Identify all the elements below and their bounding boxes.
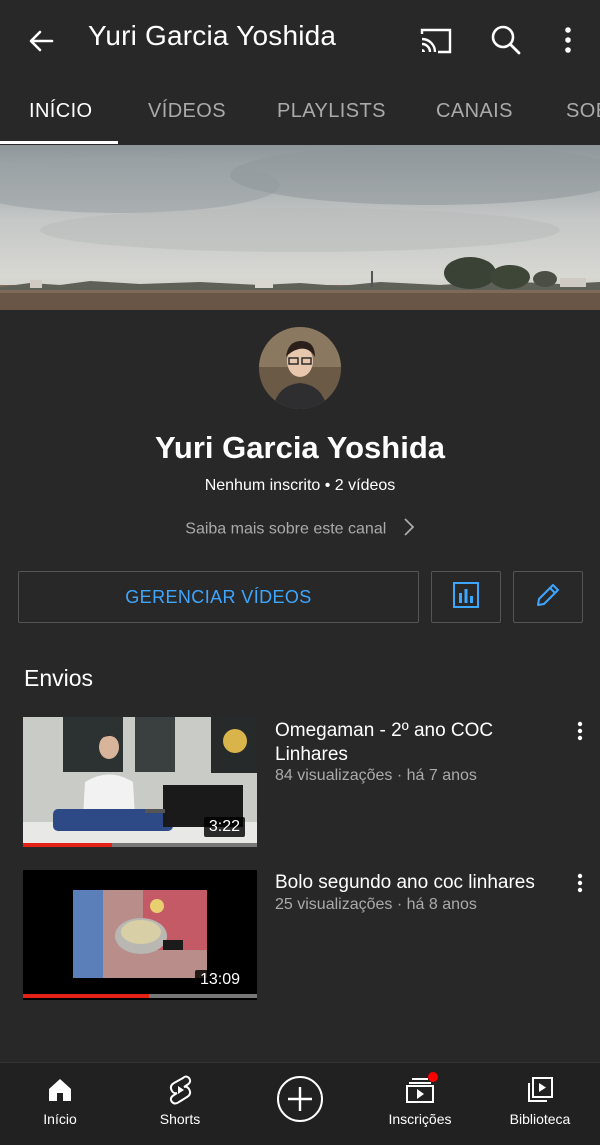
active-tab-indicator	[0, 141, 118, 144]
analytics-button[interactable]	[431, 571, 501, 623]
nav-biblioteca[interactable]: Biblioteca	[500, 1063, 580, 1145]
channel-name: Yuri Garcia Yoshida	[154, 430, 446, 465]
nav-inicio[interactable]: Início	[20, 1063, 100, 1145]
channel-avatar[interactable]	[259, 327, 341, 409]
channel-banner	[0, 145, 600, 310]
video-title[interactable]: Omegaman - 2º ano COC Linhares	[275, 719, 545, 767]
nav-label: Shorts	[159, 1111, 201, 1127]
edit-channel-button[interactable]	[513, 571, 583, 623]
watch-progress-fill	[23, 994, 150, 998]
video-title[interactable]: Bolo segundo ano coc linhares	[275, 871, 545, 895]
more-vertical-icon[interactable]	[570, 868, 590, 898]
youtube-channel-screen: Yuri Garcia Yoshida INÍCIO VÍDEOS PLAYLI…	[0, 0, 600, 1145]
cast-icon[interactable]	[416, 22, 456, 62]
video-thumbnail[interactable]: 13:09	[23, 870, 257, 1000]
tab-sobre[interactable]: SOBRE	[566, 100, 600, 123]
home-icon	[44, 1075, 76, 1105]
shorts-icon	[164, 1075, 196, 1105]
video-duration: 13:09	[194, 970, 245, 990]
video-thumbnail[interactable]: 3:22	[23, 717, 257, 847]
subscriptions-icon	[404, 1072, 438, 1105]
tab-videos[interactable]: VÍDEOS	[148, 100, 226, 123]
nav-label: Biblioteca	[509, 1111, 571, 1127]
nav-shorts[interactable]: Shorts	[140, 1063, 220, 1145]
nav-label: Inscrições	[388, 1111, 452, 1127]
library-icon	[524, 1075, 556, 1105]
video-duration: 3:22	[203, 817, 245, 837]
video-meta: 25 visualizações · há 8 anos	[275, 896, 477, 913]
more-vertical-icon[interactable]	[552, 20, 584, 60]
about-channel-link[interactable]: Saiba mais sobre este canal	[0, 517, 600, 542]
manage-videos-button[interactable]: GERENCIAR VÍDEOS	[18, 571, 419, 623]
notification-dot	[428, 1072, 438, 1082]
watch-progress-bar	[23, 994, 257, 998]
more-vertical-icon[interactable]	[570, 716, 590, 746]
nav-create[interactable]	[260, 1063, 340, 1145]
tab-playlists[interactable]: PLAYLISTS	[277, 100, 386, 123]
bar-chart-icon	[452, 581, 480, 614]
video-meta: 84 visualizações · há 7 anos	[275, 767, 477, 784]
channel-stats: Nenhum inscrito • 2 vídeos	[204, 477, 396, 494]
uploads-section-title: Envios	[24, 665, 94, 691]
nav-label: Início	[43, 1111, 77, 1127]
search-icon[interactable]	[486, 20, 526, 60]
chevron-right-icon	[403, 517, 415, 542]
pencil-icon	[534, 581, 562, 614]
back-arrow-icon[interactable]	[22, 22, 62, 62]
channel-tabs: INÍCIO VÍDEOS PLAYLISTS CANAIS SOBRE	[0, 82, 600, 144]
watch-progress-bar	[23, 843, 257, 847]
top-app-bar: Yuri Garcia Yoshida	[0, 0, 600, 82]
channel-title: Yuri Garcia Yoshida	[88, 20, 337, 51]
tab-inicio[interactable]: INÍCIO	[29, 100, 93, 123]
tab-canais[interactable]: CANAIS	[436, 100, 513, 123]
watch-progress-fill	[23, 843, 112, 847]
create-plus-icon	[275, 1074, 325, 1124]
nav-inscricoes[interactable]: Inscrições	[380, 1063, 460, 1145]
bottom-navigation: Início Shorts Inscrições Biblioteca	[0, 1062, 600, 1145]
about-channel-label: Saiba mais sobre este canal	[185, 520, 387, 538]
